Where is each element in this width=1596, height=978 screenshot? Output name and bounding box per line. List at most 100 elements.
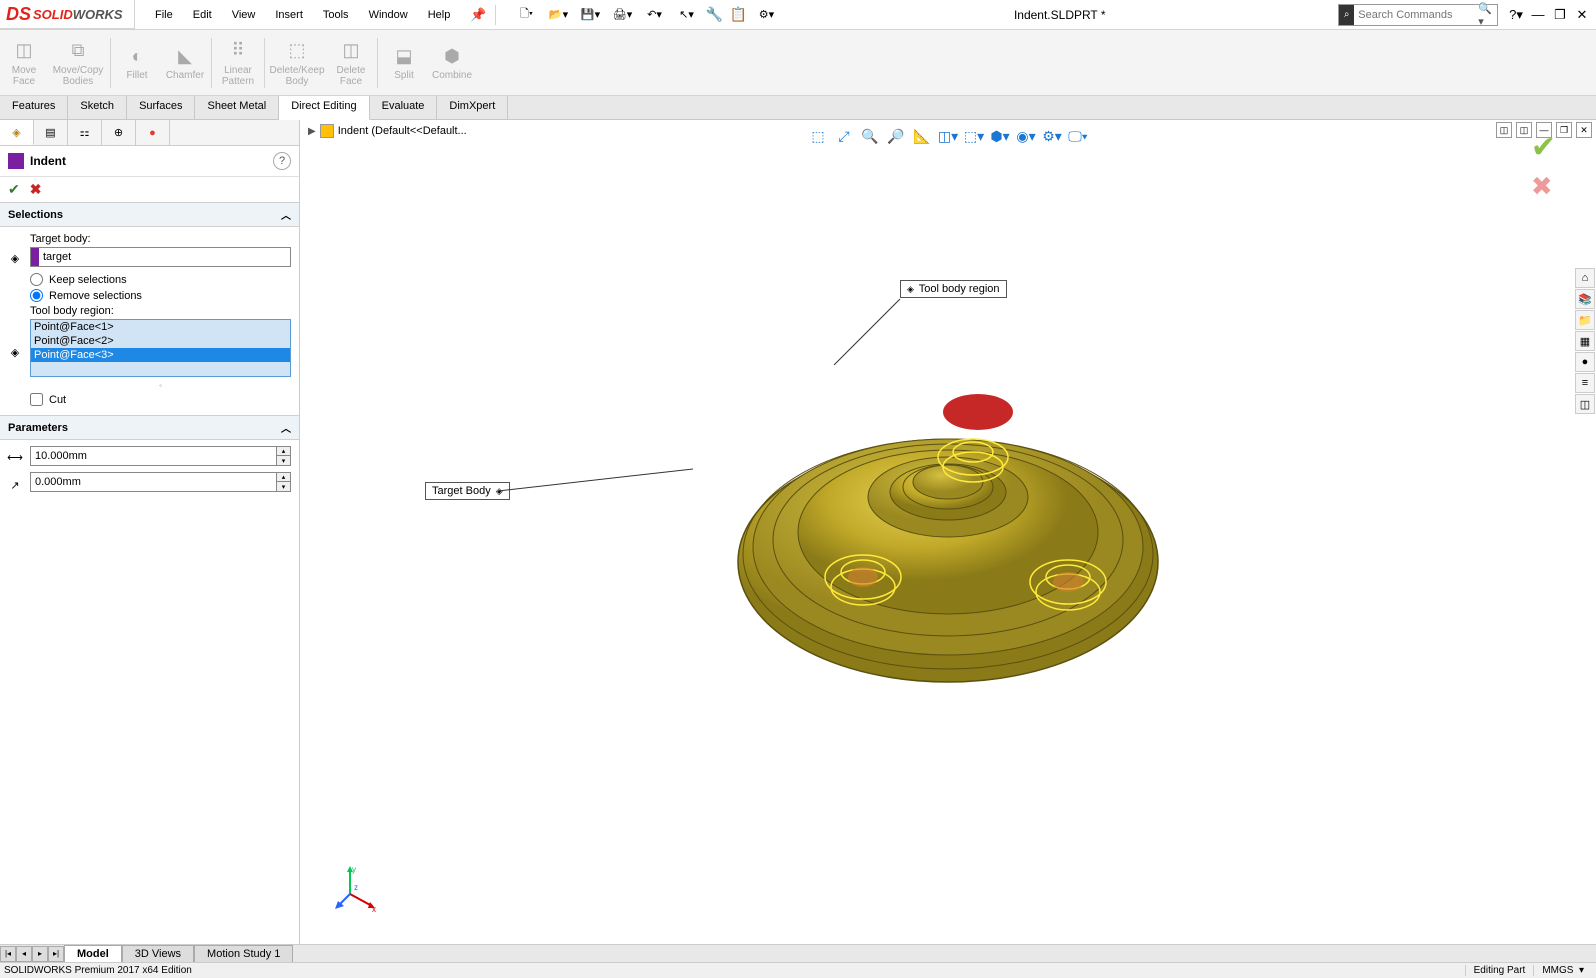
view-settings-button[interactable]: ⚙▾: [1040, 124, 1064, 148]
doc-close-button[interactable]: ✕: [1576, 122, 1592, 138]
edit-appearance-button[interactable]: ⬢▾: [988, 124, 1012, 148]
spin-up-icon[interactable]: ▴: [277, 447, 290, 456]
split-button[interactable]: ⬓Split: [380, 33, 428, 93]
select-button[interactable]: ↖▾: [672, 8, 702, 21]
tool-body-callout[interactable]: ◈ Tool body region: [900, 280, 1007, 298]
move-copy-bodies-button[interactable]: ⧉Move/Copy Bodies: [48, 33, 108, 93]
chamfer-button[interactable]: ◣Chamfer: [161, 33, 209, 93]
undo-button[interactable]: ↶▾: [640, 8, 670, 21]
tab-nav-last[interactable]: ▸|: [48, 946, 64, 962]
feature-manager-tab[interactable]: ◈: [0, 120, 34, 145]
maximize-button[interactable]: ❐: [1552, 7, 1568, 23]
spin-up-icon[interactable]: ▴: [277, 473, 290, 482]
thickness-input[interactable]: [30, 446, 277, 466]
tab-dimxpert[interactable]: DimXpert: [437, 96, 508, 119]
menu-view[interactable]: View: [222, 3, 266, 27]
resources-tab[interactable]: ⌂: [1575, 268, 1595, 288]
tab-sheet-metal[interactable]: Sheet Metal: [195, 96, 279, 119]
list-grip[interactable]: ◦: [30, 381, 291, 390]
keep-selections-radio[interactable]: Keep selections: [30, 273, 291, 286]
minimize-button[interactable]: —: [1530, 7, 1546, 23]
tab-nav-first[interactable]: |◂: [0, 946, 16, 962]
spin-down-icon[interactable]: ▾: [277, 482, 290, 491]
linear-pattern-button[interactable]: ⠿Linear Pattern: [214, 33, 262, 93]
tool-body-listbox[interactable]: Point@Face<1> Point@Face<2> Point@Face<3…: [30, 319, 291, 377]
property-manager-tab[interactable]: ▤: [34, 120, 68, 145]
cut-checkbox-row[interactable]: Cut: [30, 393, 291, 406]
menu-file[interactable]: File: [145, 3, 183, 27]
combine-button[interactable]: ⬢Combine: [428, 33, 476, 93]
doc-view1-button[interactable]: ◫: [1496, 122, 1512, 138]
orientation-triad[interactable]: y x z: [330, 864, 380, 914]
file-explorer-tab[interactable]: 📁: [1575, 310, 1595, 330]
menu-edit[interactable]: Edit: [183, 3, 222, 27]
cancel-button[interactable]: ✖: [30, 181, 42, 198]
search-dropdown-icon[interactable]: 🔍▾: [1478, 2, 1493, 28]
tab-nav-next[interactable]: ▸: [32, 946, 48, 962]
tab-features[interactable]: Features: [0, 96, 68, 119]
pin-icon[interactable]: 📌: [470, 7, 486, 23]
menu-help[interactable]: Help: [418, 3, 461, 27]
thickness-spinner[interactable]: ▴▾: [277, 446, 291, 466]
forum-tab[interactable]: ◫: [1575, 394, 1595, 414]
tab-sketch[interactable]: Sketch: [68, 96, 127, 119]
menu-insert[interactable]: Insert: [265, 3, 313, 27]
rebuild-button[interactable]: 🔧: [704, 4, 726, 26]
delete-face-button[interactable]: ◫Delete Face: [327, 33, 375, 93]
print-button[interactable]: 🖨▾: [608, 8, 638, 21]
menu-window[interactable]: Window: [359, 3, 418, 27]
graphics-viewport[interactable]: ▶ Indent (Default<<Default... ⬚ ⤢ 🔍 🔎 📐 …: [300, 120, 1596, 944]
clearance-input[interactable]: [30, 472, 277, 492]
view-palette-tab[interactable]: ▦: [1575, 331, 1595, 351]
configuration-manager-tab[interactable]: ⚏: [68, 120, 102, 145]
keep-radio-input[interactable]: [30, 273, 43, 286]
display-manager-tab[interactable]: ●: [136, 120, 170, 145]
view-orientation-button[interactable]: 📐: [910, 124, 934, 148]
remove-selections-radio[interactable]: Remove selections: [30, 289, 291, 302]
previous-view-button[interactable]: 🔍: [858, 124, 882, 148]
apply-scene-button[interactable]: ◉▾: [1014, 124, 1038, 148]
ok-button[interactable]: ✔: [8, 181, 20, 198]
dimxpert-manager-tab[interactable]: ⊕: [102, 120, 136, 145]
spin-down-icon[interactable]: ▾: [277, 456, 290, 465]
clearance-spinner[interactable]: ▴▾: [277, 472, 291, 492]
zoom-area-button[interactable]: ⤢: [832, 124, 856, 148]
search-input[interactable]: [1354, 9, 1474, 21]
model-tab[interactable]: Model: [64, 945, 122, 962]
hide-show-button[interactable]: ⬚▾: [962, 124, 986, 148]
doc-view2-button[interactable]: ◫: [1516, 122, 1532, 138]
menu-tools[interactable]: Tools: [313, 3, 359, 27]
open-doc-button[interactable]: 📂▾: [544, 8, 574, 21]
tool-item-2[interactable]: Point@Face<2>: [31, 334, 290, 348]
tab-evaluate[interactable]: Evaluate: [370, 96, 438, 119]
remove-radio-input[interactable]: [30, 289, 43, 302]
status-units[interactable]: MMGS ▾: [1533, 965, 1592, 976]
tool-item-empty[interactable]: [31, 362, 290, 376]
doc-maximize-button[interactable]: ❐: [1556, 122, 1572, 138]
breadcrumb[interactable]: ▶ Indent (Default<<Default...: [308, 124, 467, 138]
options-button[interactable]: 📋: [728, 4, 750, 26]
appearances-tab[interactable]: ●: [1575, 352, 1595, 372]
zoom-fit-button[interactable]: ⬚: [806, 124, 830, 148]
tool-item-1[interactable]: Point@Face<1>: [31, 320, 290, 334]
confirm-ok-button[interactable]: ✔: [1531, 130, 1556, 165]
tab-direct-editing[interactable]: Direct Editing: [279, 96, 369, 120]
fillet-button[interactable]: ◐Fillet: [113, 33, 161, 93]
display-style-button[interactable]: ◫▾: [936, 124, 960, 148]
close-button[interactable]: ✕: [1574, 7, 1590, 23]
tab-nav-prev[interactable]: ◂: [16, 946, 32, 962]
3d-views-tab[interactable]: 3D Views: [122, 945, 194, 962]
confirm-cancel-button[interactable]: ✖: [1531, 171, 1556, 202]
expand-arrow-icon[interactable]: ▶: [308, 126, 316, 137]
save-button[interactable]: 💾▾: [576, 8, 606, 21]
selections-section-header[interactable]: Selections ︿: [0, 202, 299, 227]
design-library-tab[interactable]: 📚: [1575, 289, 1595, 309]
target-body-callout[interactable]: Target Body ◈: [425, 482, 510, 500]
tool-item-3[interactable]: Point@Face<3>: [31, 348, 290, 362]
cut-checkbox[interactable]: [30, 393, 43, 406]
motion-study-tab[interactable]: Motion Study 1: [194, 945, 293, 962]
custom-props-tab[interactable]: ≡: [1575, 373, 1595, 393]
target-body-field[interactable]: target: [30, 247, 291, 267]
tab-surfaces[interactable]: Surfaces: [127, 96, 195, 119]
delete-keep-body-button[interactable]: ⬚Delete/Keep Body: [267, 33, 327, 93]
